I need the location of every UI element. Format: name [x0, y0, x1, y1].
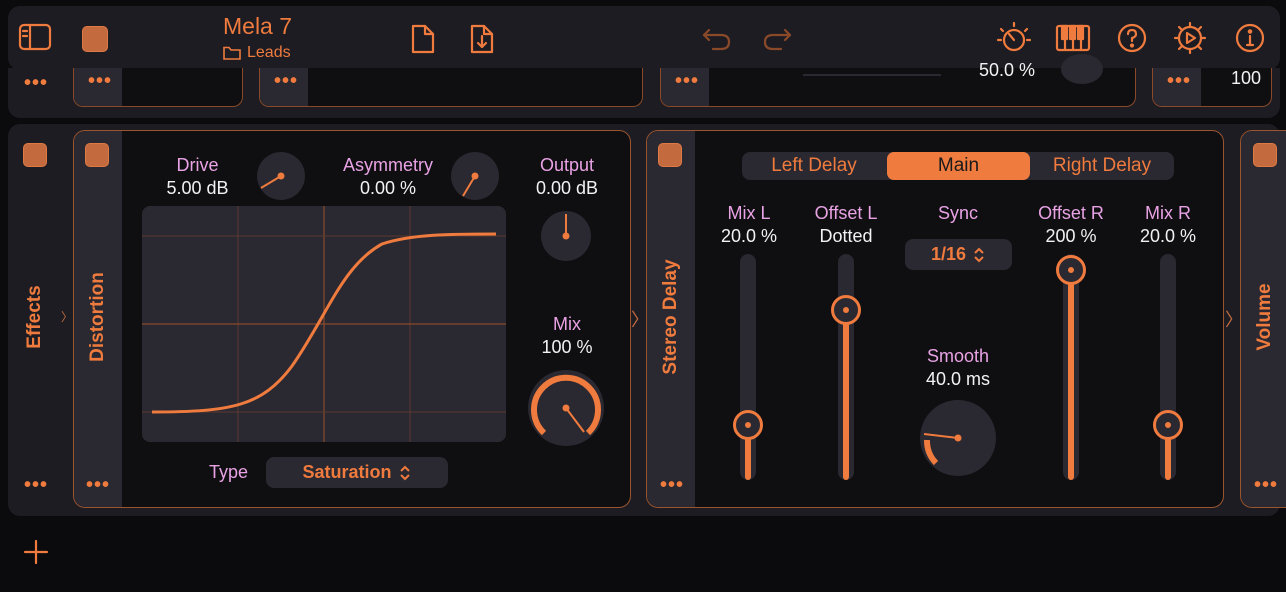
hidden-module-card: ••• 100	[1152, 68, 1272, 107]
offset-l-slider-fill	[843, 310, 849, 480]
brightness-meter-icon[interactable]	[996, 20, 1032, 56]
settings-gear-icon[interactable]	[1172, 20, 1208, 56]
drive-label: Drive	[176, 155, 219, 175]
sidebar-toggle-icon[interactable]	[18, 22, 52, 52]
mix-l-label: Mix L	[727, 203, 771, 223]
output-knob[interactable]	[541, 211, 591, 261]
mix-l-slider-thumb[interactable]	[733, 410, 763, 440]
folder-name: Leads	[247, 44, 291, 61]
tab-left-delay[interactable]: Left Delay	[742, 152, 886, 180]
mix-r-slider-thumb[interactable]	[1153, 410, 1183, 440]
more-options-icon[interactable]: •••	[1254, 475, 1278, 495]
hidden-module-card: •••	[73, 68, 243, 107]
volume-title: Volume	[1254, 283, 1275, 351]
offset-l-slider-thumb[interactable]	[831, 295, 861, 325]
distortion-enable-toggle[interactable]	[85, 143, 109, 167]
mix-label: Mix	[553, 314, 581, 334]
mix-value: 100 %	[541, 337, 593, 357]
bypass-toggle[interactable]	[82, 26, 108, 52]
volume-enable-toggle[interactable]	[1253, 143, 1277, 167]
expand-chevron-icon[interactable]: 〉	[61, 308, 73, 325]
updown-chevron-icon	[974, 247, 984, 262]
effects-label[interactable]: Effects	[24, 277, 46, 357]
hidden-knob[interactable]	[1061, 54, 1103, 84]
more-options-icon[interactable]: •••	[274, 71, 298, 91]
mix-r-value: 20.0 %	[1139, 226, 1197, 246]
offset-l-value: Dotted	[819, 226, 873, 246]
type-label: Type	[209, 462, 249, 482]
more-options-icon[interactable]: •••	[660, 475, 684, 495]
info-icon[interactable]	[1232, 20, 1268, 56]
new-file-icon[interactable]	[408, 22, 438, 56]
more-options-icon[interactable]: •••	[86, 475, 110, 495]
help-icon[interactable]	[1114, 20, 1150, 56]
asymmetry-label: Asymmetry	[343, 155, 433, 175]
mix-knob[interactable]	[528, 370, 604, 446]
preset-name[interactable]: Mela 7	[223, 13, 292, 40]
drive-value: 5.00 dB	[166, 178, 229, 198]
distortion-title: Distortion	[87, 272, 108, 362]
tab-main[interactable]: Main	[887, 152, 1030, 180]
more-options-icon[interactable]: •••	[675, 71, 699, 91]
offset-r-value: 200 %	[1045, 226, 1097, 246]
asymmetry-value: 0.00 %	[359, 178, 417, 198]
stereo-delay-enable-toggle[interactable]	[658, 143, 682, 167]
import-file-icon[interactable]	[467, 22, 497, 56]
drive-knob[interactable]	[257, 152, 305, 200]
folder-icon	[223, 46, 241, 60]
stereo-delay-title: Stereo Delay	[660, 259, 681, 375]
mix-r-label: Mix R	[1145, 203, 1191, 223]
offset-l-label: Offset L	[814, 203, 878, 223]
redo-icon[interactable]	[760, 24, 794, 54]
mix-l-value: 20.0 %	[720, 226, 778, 246]
hidden-slider-track	[803, 74, 941, 76]
hidden-value: 50.0 %	[979, 60, 1036, 80]
updown-chevron-icon	[399, 465, 410, 480]
more-options-icon[interactable]: •••	[1167, 71, 1191, 91]
type-value: Saturation	[302, 462, 392, 482]
sync-label: Sync	[937, 203, 979, 223]
hidden-value: 100	[1231, 68, 1262, 88]
more-options-icon[interactable]: •••	[88, 71, 112, 91]
preset-folder[interactable]: Leads	[223, 44, 291, 62]
sync-select[interactable]: 1/16	[905, 239, 1012, 270]
output-value: 0.00 dB	[535, 178, 599, 198]
smooth-knob[interactable]	[920, 400, 996, 476]
offset-r-slider-thumb[interactable]	[1056, 255, 1086, 285]
effects-enable-toggle[interactable]	[23, 143, 47, 167]
transfer-curve-graph	[142, 206, 506, 442]
tab-right-delay[interactable]: Right Delay	[1030, 152, 1174, 180]
delay-tab-bar: Left Delay Main Right Delay	[742, 152, 1174, 180]
output-label: Output	[539, 155, 595, 175]
hidden-module-card: ••• 50.0 %	[660, 54, 1136, 107]
asymmetry-knob[interactable]	[451, 152, 499, 200]
add-module-plus-icon[interactable]	[22, 538, 50, 566]
offset-r-label: Offset R	[1038, 203, 1104, 223]
more-options-icon[interactable]: •••	[24, 475, 48, 495]
more-options-icon[interactable]: •••	[24, 73, 48, 93]
hidden-module-card: •••	[259, 68, 643, 107]
type-select[interactable]: Saturation	[266, 457, 448, 488]
smooth-value: 40.0 ms	[925, 369, 991, 389]
sync-value: 1/16	[930, 244, 967, 264]
piano-keyboard-icon[interactable]	[1054, 20, 1092, 56]
smooth-label: Smooth	[926, 346, 990, 366]
undo-icon[interactable]	[700, 24, 734, 54]
offset-r-slider-fill	[1068, 270, 1074, 480]
